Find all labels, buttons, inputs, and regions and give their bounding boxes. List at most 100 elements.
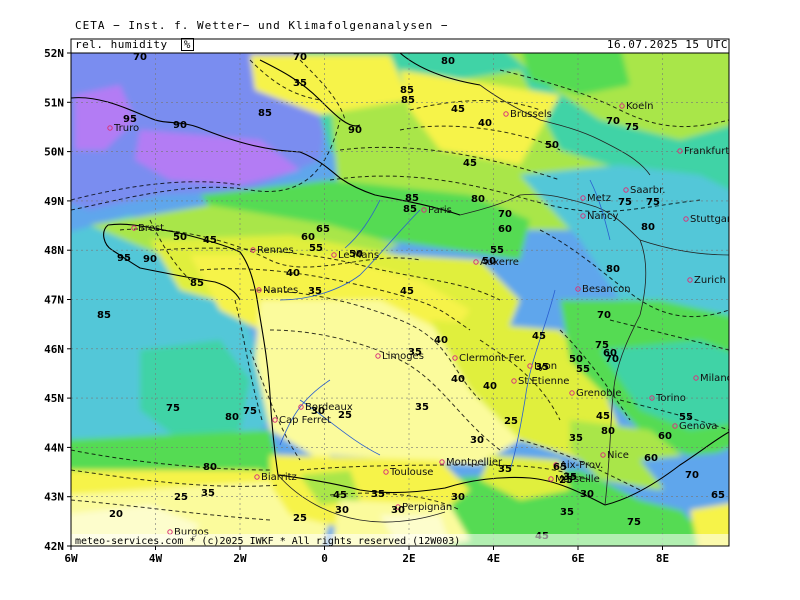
isoline-label: 70 <box>133 52 147 63</box>
city-label: Stuttgart <box>690 214 735 225</box>
isoline-label: 40 <box>478 118 492 129</box>
isoline-label: 80 <box>601 426 615 437</box>
isoline-label: 35 <box>569 433 583 444</box>
longitude-label: 4W <box>149 552 163 565</box>
isoline-label: 75 <box>627 517 641 528</box>
latitude-label: 49N <box>44 195 64 208</box>
isoline-label: 55 <box>679 412 693 423</box>
isoline-label: 30 <box>451 492 465 503</box>
city-label: Perpignan <box>402 502 452 513</box>
isoline-label: 30 <box>470 435 484 446</box>
isoline-label: 30 <box>311 406 325 417</box>
latitude-label: 45N <box>44 392 64 405</box>
city-label: Zurich <box>694 275 726 286</box>
isoline-label: 95 <box>117 253 131 264</box>
isoline-label: 40 <box>451 374 465 385</box>
isoline-label: 80 <box>441 56 455 67</box>
city-label: Brussels <box>510 109 552 120</box>
longitude-label: 2W <box>233 552 247 565</box>
isoline-label: 30 <box>391 505 405 516</box>
city-label: Koeln <box>626 101 653 112</box>
isoline-label: 55 <box>309 243 323 254</box>
isoline-label: 25 <box>338 410 352 421</box>
isoline-label: 70 <box>597 310 611 321</box>
city-label: Metz <box>587 193 611 204</box>
latitude-label: 43N <box>44 491 64 504</box>
isoline-label: 60 <box>498 224 512 235</box>
latitude-label: 47N <box>44 294 64 307</box>
isoline-label: 35 <box>563 472 577 483</box>
latitude-label: 52N <box>44 47 64 60</box>
isoline-label: 70 <box>498 209 512 220</box>
isoline-label: 75 <box>243 406 257 417</box>
city-label: Nice <box>607 450 629 461</box>
city-label: Milano <box>700 373 733 384</box>
isoline-label: 40 <box>286 268 300 279</box>
isoline-label: 30 <box>580 489 594 500</box>
city-label: Frankfurt <box>684 146 729 157</box>
title-frame <box>70 38 730 54</box>
isoline-label: 55 <box>576 364 590 375</box>
isoline-label: 85 <box>258 108 272 119</box>
isoline-label: 80 <box>203 462 217 473</box>
isoline-label: 45 <box>532 331 546 342</box>
isoline-label: 40 <box>434 335 448 346</box>
city-label: Biarritz <box>261 472 297 483</box>
isoline-label: 80 <box>471 194 485 205</box>
isoline-label: 55 <box>490 245 504 256</box>
isoline-label: 45 <box>463 158 477 169</box>
isoline-label: 50 <box>173 232 187 243</box>
longitude-label: 2E <box>402 552 415 565</box>
isoline-label: 50 <box>545 140 559 151</box>
humidity-map: TruroBrusselsKoelnFrankfurtMetzSaarbr.Na… <box>44 38 735 565</box>
isoline-label: 45 <box>451 104 465 115</box>
latitude-label: 48N <box>44 244 64 257</box>
isoline-label: 60 <box>301 232 315 243</box>
isoline-label: 45 <box>333 490 347 501</box>
isoline-label: 85 <box>97 310 111 321</box>
isoline-label: 90 <box>143 254 157 265</box>
isoline-label: 50 <box>482 256 496 267</box>
isoline-label: 65 <box>711 490 725 501</box>
isoline-label: 85 <box>401 95 415 106</box>
city-label: Besancon <box>582 284 631 295</box>
latitude-label: 46N <box>44 343 64 356</box>
isoline-label: 70 <box>293 52 307 63</box>
isoline-label: 35 <box>201 488 215 499</box>
isoline-label: 75 <box>618 197 632 208</box>
city-label: Saarbr. <box>630 185 665 196</box>
isoline-label: 75 <box>646 197 660 208</box>
city-label: Paris <box>428 205 452 216</box>
isoline-label: 60 <box>644 453 658 464</box>
isoline-label: 25 <box>293 513 307 524</box>
city-label: Montpellier <box>446 457 503 468</box>
city-label: Nantes <box>263 285 298 296</box>
isoline-label: 85 <box>190 278 204 289</box>
longitude-label: 4E <box>487 552 500 565</box>
isoline-label: 30 <box>335 505 349 516</box>
isoline-label: 60 <box>603 348 617 359</box>
latitude-label: 42N <box>44 540 64 553</box>
isoline-label: 25 <box>174 492 188 503</box>
isoline-label: 35 <box>308 286 322 297</box>
isoline-label: 35 <box>560 507 574 518</box>
city-label: Nancy <box>587 211 618 222</box>
isoline-label: 35 <box>371 489 385 500</box>
isoline-label: 35 <box>415 402 429 413</box>
humidity-field: TruroBrusselsKoelnFrankfurtMetzSaarbr.Na… <box>71 52 735 546</box>
city-label: Clermont-Fer. <box>459 353 526 364</box>
longitude-label: 0 <box>321 552 328 565</box>
isoline-label: 75 <box>625 122 639 133</box>
city-label: Toulouse <box>389 467 433 478</box>
isoline-label: 35 <box>535 362 549 373</box>
isoline-label: 85 <box>403 204 417 215</box>
isoline-label: 75 <box>166 403 180 414</box>
isoline-label: 90 <box>348 125 362 136</box>
isoline-label: 20 <box>109 509 123 520</box>
city-label: Grenoble <box>576 388 622 399</box>
isoline-label: 85 <box>405 193 419 204</box>
isoline-label: 70 <box>685 470 699 481</box>
isoline-label: 40 <box>483 381 497 392</box>
latitude-label: 44N <box>44 441 64 454</box>
latitude-label: 51N <box>44 96 64 109</box>
